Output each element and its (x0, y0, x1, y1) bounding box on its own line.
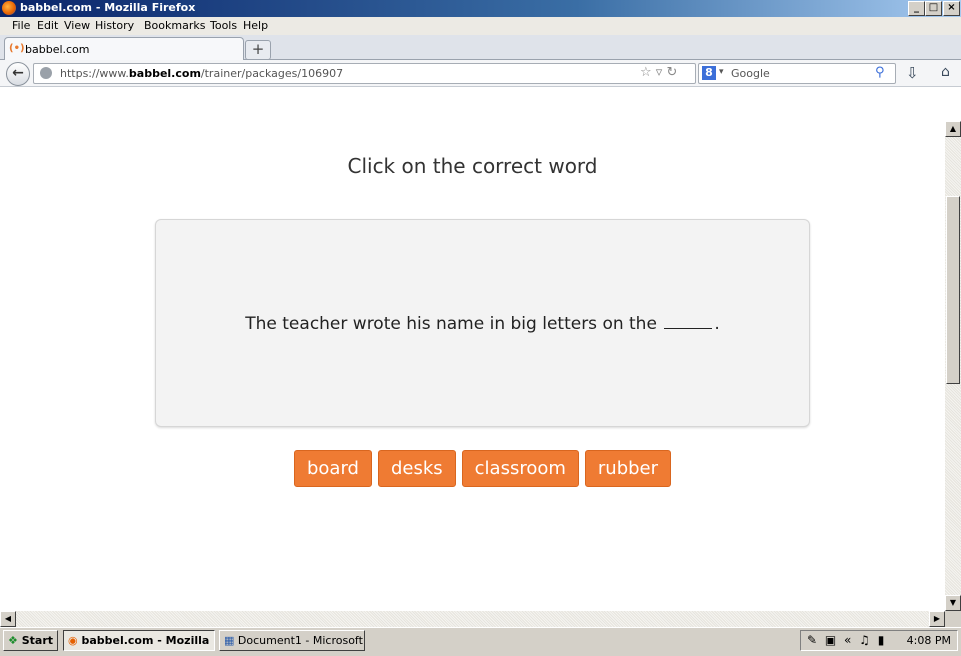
tab-babbel[interactable]: (•) babbel.com (4, 37, 244, 61)
firefox-icon (2, 1, 16, 15)
answer-button-board[interactable]: board (293, 450, 372, 487)
engine-dropdown-icon[interactable]: ▾ (719, 67, 724, 77)
tab-title: babbel.com (25, 43, 90, 56)
menu-view[interactable]: View (64, 19, 90, 32)
window-title: babbel.com - Mozilla Firefox (20, 1, 196, 14)
close-button[interactable]: × (943, 1, 960, 16)
menu-history[interactable]: History (95, 19, 134, 32)
window-title-bar[interactable]: babbel.com - Mozilla Firefox _ □ × (0, 0, 961, 17)
clock[interactable]: 4:08 PM (907, 631, 951, 650)
menu-edit[interactable]: Edit (37, 19, 58, 32)
maximize-button[interactable]: □ (925, 1, 942, 16)
word-doc-icon: ▦ (224, 634, 235, 647)
answer-button-desks[interactable]: desks (377, 450, 456, 487)
tray-icons[interactable]: ✎ ▣ « ♫ ▮ (807, 631, 886, 650)
answer-button-classroom[interactable]: classroom (461, 450, 579, 487)
menu-bookmarks[interactable]: Bookmarks (144, 19, 205, 32)
menu-bar: File Edit View History Bookmarks Tools H… (0, 17, 961, 35)
windows-flag-icon: ❖ (8, 634, 18, 647)
back-button[interactable]: ← (6, 62, 30, 86)
menu-file[interactable]: File (12, 19, 30, 32)
exercise-instruction: Click on the correct word (347, 154, 598, 178)
url-controls: ☆ ▿ ↻ (640, 65, 677, 80)
reload-icon[interactable]: ↻ (666, 65, 677, 80)
horizontal-scrollbar[interactable] (0, 611, 945, 627)
question-card: The teacher wrote his name in big letter… (155, 219, 810, 427)
search-box[interactable]: 8 ▾ Google ⚲ (698, 63, 896, 84)
vertical-scroll-thumb[interactable] (946, 196, 960, 384)
home-icon[interactable]: ⌂ (941, 64, 950, 80)
bookmark-star-icon[interactable]: ☆ (640, 65, 652, 80)
url-bar[interactable]: https://www.babbel.com/trainer/packages/… (33, 63, 696, 84)
url-text[interactable]: https://www.babbel.com/trainer/packages/… (60, 67, 343, 80)
taskbar-item-firefox[interactable]: ◉ babbel.com - Mozilla ... (63, 630, 215, 651)
answer-blank (664, 313, 713, 329)
system-tray: ✎ ▣ « ♫ ▮ 4:08 PM (800, 630, 958, 651)
search-icon[interactable]: ⚲ (875, 65, 885, 80)
minimize-button[interactable]: _ (908, 1, 925, 16)
search-placeholder: Google (731, 67, 770, 80)
answer-button-rubber[interactable]: rubber (584, 450, 672, 487)
globe-icon (40, 67, 52, 79)
question-sentence: The teacher wrote his name in big letter… (245, 313, 720, 334)
new-tab-button[interactable]: + (245, 40, 271, 60)
scroll-up-button[interactable]: ▲ (945, 121, 961, 137)
scroll-left-button[interactable]: ◀ (0, 611, 16, 627)
start-button[interactable]: ❖ Start (3, 630, 58, 651)
babbel-favicon-icon: (•) (9, 43, 25, 54)
taskbar-item-word[interactable]: ▦ Document1 - Microsoft ... (219, 630, 365, 651)
google-icon[interactable]: 8 (702, 66, 716, 80)
dropdown-icon[interactable]: ▿ (656, 65, 663, 80)
menu-help[interactable]: Help (243, 19, 268, 32)
answer-options: board desks classroom rubber (0, 450, 961, 487)
scroll-down-button[interactable]: ▼ (945, 595, 961, 611)
scroll-right-button[interactable]: ▶ (929, 611, 945, 627)
scrollbar-corner (945, 611, 961, 627)
firefox-task-icon: ◉ (68, 634, 78, 647)
download-icon[interactable]: ⇩ (906, 64, 919, 82)
menu-tools[interactable]: Tools (210, 19, 237, 32)
